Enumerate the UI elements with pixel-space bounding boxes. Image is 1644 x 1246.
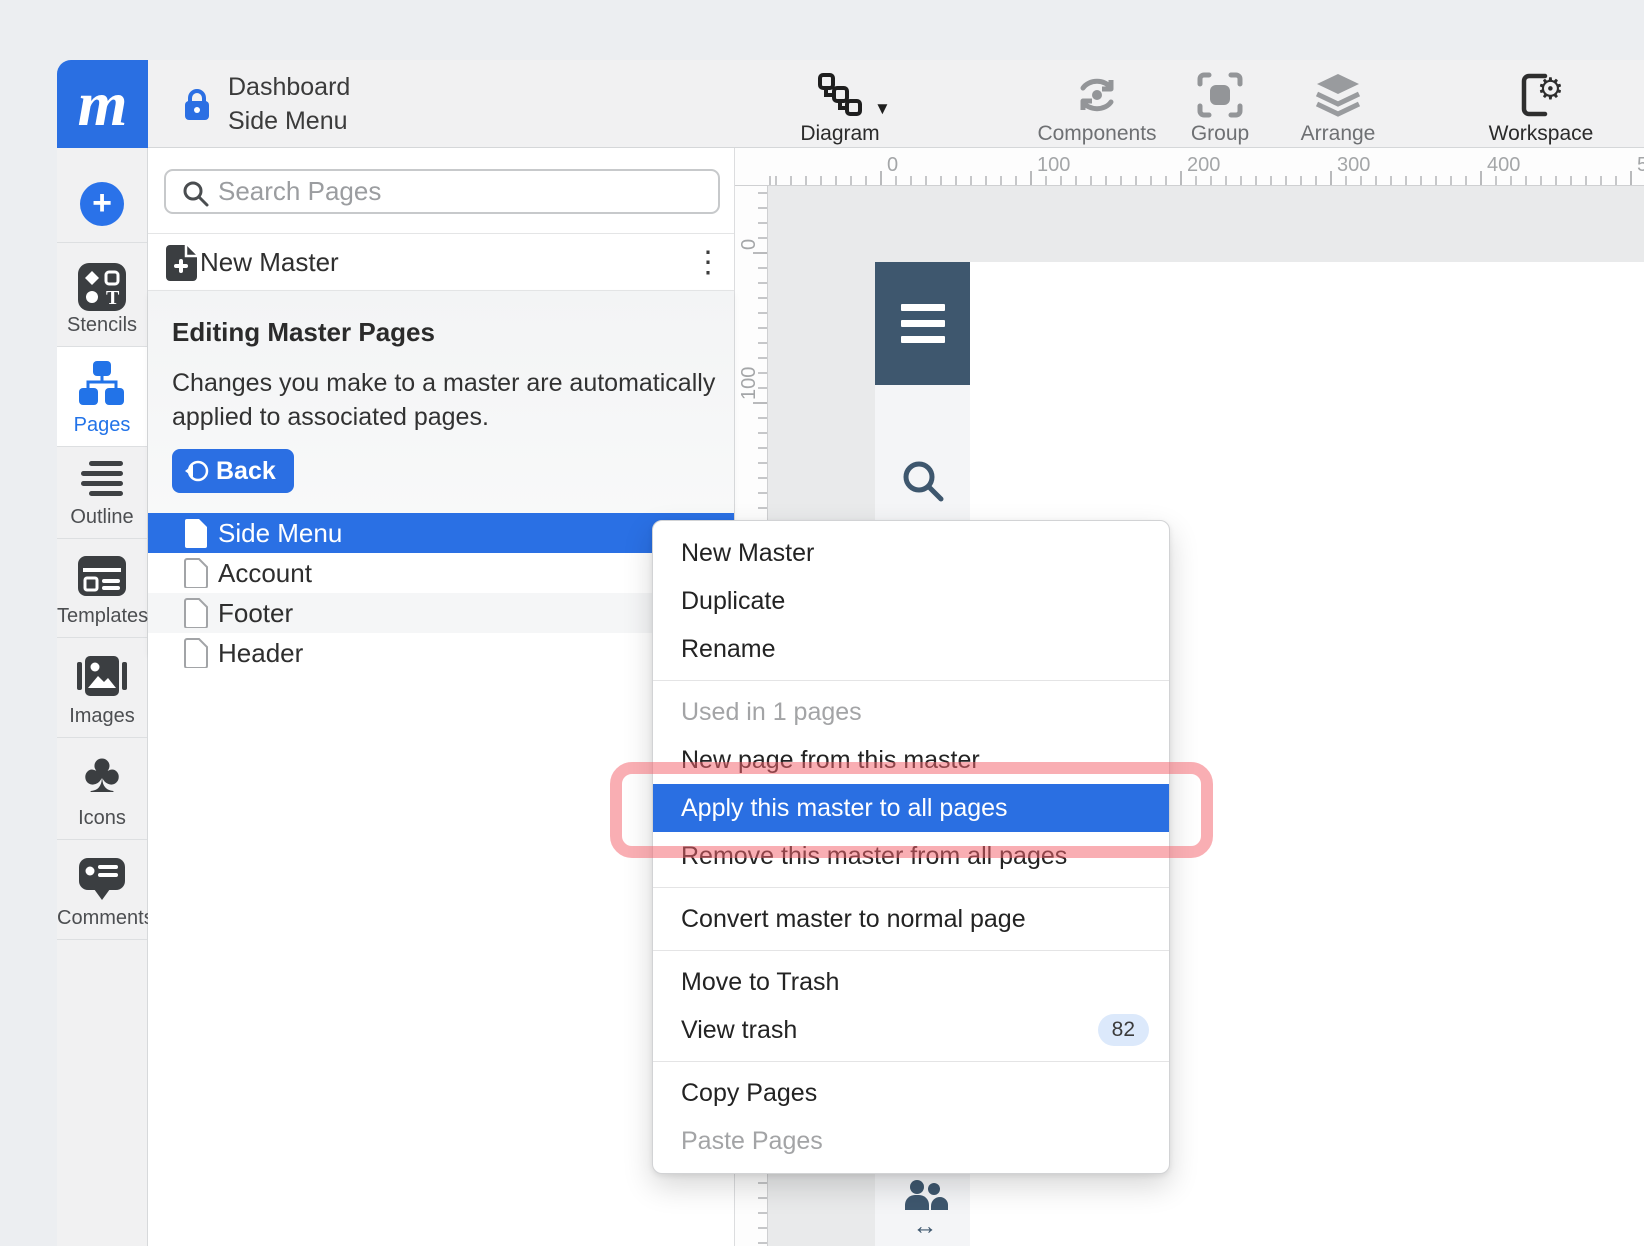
menu-item-remove-master-from-all-pages[interactable]: Remove this master from all pages bbox=[653, 832, 1169, 880]
new-master-label: New Master bbox=[200, 247, 339, 278]
hamburger-icon bbox=[901, 320, 945, 327]
ruler-label: 0 bbox=[887, 154, 898, 177]
canvas-people-arrow-icon[interactable]: ↔ bbox=[901, 1180, 949, 1235]
templates-icon bbox=[77, 555, 127, 597]
images-icon bbox=[77, 654, 127, 698]
menu-item-convert-master[interactable]: Convert master to normal page bbox=[653, 895, 1169, 943]
sidebar-item-outline[interactable]: Outline bbox=[57, 447, 147, 539]
toolbar-button-components[interactable]: Components bbox=[1032, 60, 1162, 148]
menu-item-view-trash[interactable]: View trash 82 bbox=[653, 1006, 1169, 1054]
ruler-label: 500 bbox=[1637, 154, 1644, 177]
menu-item-new-master[interactable]: New Master bbox=[653, 529, 1169, 577]
menu-item-copy-pages[interactable]: Copy Pages bbox=[653, 1069, 1169, 1117]
back-arrow-icon bbox=[184, 458, 210, 484]
editing-note-title: Editing Master Pages bbox=[172, 317, 435, 348]
ruler-label: 100 bbox=[1037, 154, 1070, 177]
menu-divider bbox=[653, 1061, 1169, 1062]
sidebar-item-stencils[interactable]: T Stencils bbox=[57, 242, 147, 347]
menu-item-paste-pages: Paste Pages bbox=[653, 1117, 1169, 1165]
app-logo[interactable]: m bbox=[57, 60, 148, 148]
club-icon: ♣ bbox=[84, 740, 121, 805]
arrange-layers-icon bbox=[1314, 72, 1362, 120]
hamburger-icon bbox=[901, 336, 945, 343]
page-icon bbox=[184, 598, 208, 628]
ruler-label: 100 bbox=[739, 348, 759, 400]
sidebar-item-comments[interactable]: Comments bbox=[57, 840, 147, 940]
svg-text:⚙: ⚙ bbox=[1537, 72, 1564, 107]
comments-icon bbox=[77, 856, 127, 902]
sidebar-item-pages[interactable]: Pages bbox=[57, 347, 147, 447]
page-title: Dashboard bbox=[228, 70, 350, 104]
page-subtitle: Side Menu bbox=[228, 104, 350, 138]
editing-note-body: Changes you make to a master are automat… bbox=[172, 366, 717, 434]
page-icon bbox=[184, 518, 208, 548]
sidebar-item-icons[interactable]: ♣ Icons bbox=[57, 738, 147, 840]
svg-text:T: T bbox=[106, 287, 120, 309]
toolbar-button-workspace[interactable]: ⚙ Workspace bbox=[1476, 60, 1606, 148]
pages-panel: New Master ⋮ Editing Master Pages Change… bbox=[148, 148, 735, 1246]
back-button[interactable]: Back bbox=[172, 449, 294, 493]
lock-icon bbox=[182, 87, 212, 123]
left-sidebar: + T Stencils Pages Outline Templates Ima… bbox=[57, 148, 148, 1246]
canvas-sidemenu-header-shape[interactable] bbox=[875, 262, 970, 385]
menu-item-rename[interactable]: Rename bbox=[653, 625, 1169, 673]
search-icon bbox=[182, 180, 210, 208]
resize-arrow-icon: ↔ bbox=[901, 1217, 949, 1235]
ruler-label: 200 bbox=[1187, 154, 1220, 177]
hamburger-icon bbox=[901, 304, 945, 311]
menu-item-apply-master-to-all-pages[interactable]: Apply this master to all pages bbox=[653, 784, 1169, 832]
diagram-dropdown-caret[interactable]: ▼ bbox=[874, 99, 891, 119]
workspace-gear-icon: ⚙ bbox=[1515, 72, 1567, 120]
new-master-page-icon bbox=[166, 244, 198, 282]
page-icon bbox=[184, 558, 208, 588]
add-page-button[interactable]: + bbox=[80, 182, 124, 226]
new-master-row[interactable]: New Master ⋮ bbox=[148, 234, 734, 291]
menu-item-new-page-from-master[interactable]: New page from this master bbox=[653, 736, 1169, 784]
menu-divider bbox=[653, 680, 1169, 681]
page-row-side-menu[interactable]: Side Menu bbox=[148, 513, 734, 553]
stencils-icon: T bbox=[77, 262, 127, 312]
menu-item-move-to-trash[interactable]: Move to Trash bbox=[653, 958, 1169, 1006]
menu-info-used-in: Used in 1 pages bbox=[653, 688, 1169, 736]
menu-divider bbox=[653, 950, 1169, 951]
pages-icon bbox=[77, 359, 127, 409]
toolbar-button-group[interactable]: Group bbox=[1155, 60, 1285, 148]
sidebar-item-images[interactable]: Images bbox=[57, 638, 147, 738]
search-pages-input[interactable] bbox=[218, 173, 708, 210]
sidebar-item-templates[interactable]: Templates bbox=[57, 539, 147, 638]
menu-item-duplicate[interactable]: Duplicate bbox=[653, 577, 1169, 625]
group-icon bbox=[1197, 72, 1243, 120]
canvas-search-icon[interactable] bbox=[898, 456, 948, 511]
ruler-minor-ticks bbox=[768, 176, 1644, 185]
ruler-label: 300 bbox=[1337, 154, 1370, 177]
trash-count-badge: 82 bbox=[1098, 1014, 1149, 1046]
page-row-header[interactable]: Header bbox=[148, 633, 734, 673]
top-header: Dashboard Side Menu Diagram ▼ Components… bbox=[148, 60, 1644, 148]
outline-icon bbox=[78, 459, 126, 501]
horizontal-ruler: 0 100 200 300 400 500 bbox=[735, 148, 1644, 186]
page-row-account[interactable]: Account bbox=[148, 553, 734, 593]
menu-divider bbox=[653, 887, 1169, 888]
page-row-footer[interactable]: Footer bbox=[148, 593, 734, 633]
pages-context-menu: New Master Duplicate Rename Used in 1 pa… bbox=[652, 520, 1170, 1174]
ruler-label: 0 bbox=[739, 198, 759, 250]
diagram-icon bbox=[817, 72, 863, 120]
search-box bbox=[164, 169, 720, 214]
toolbar-button-arrange[interactable]: Arrange bbox=[1273, 60, 1403, 148]
page-icon bbox=[184, 638, 208, 668]
kebab-menu-icon[interactable]: ⋮ bbox=[688, 244, 728, 284]
ruler-label: 400 bbox=[1487, 154, 1520, 177]
components-sync-icon bbox=[1073, 72, 1121, 120]
